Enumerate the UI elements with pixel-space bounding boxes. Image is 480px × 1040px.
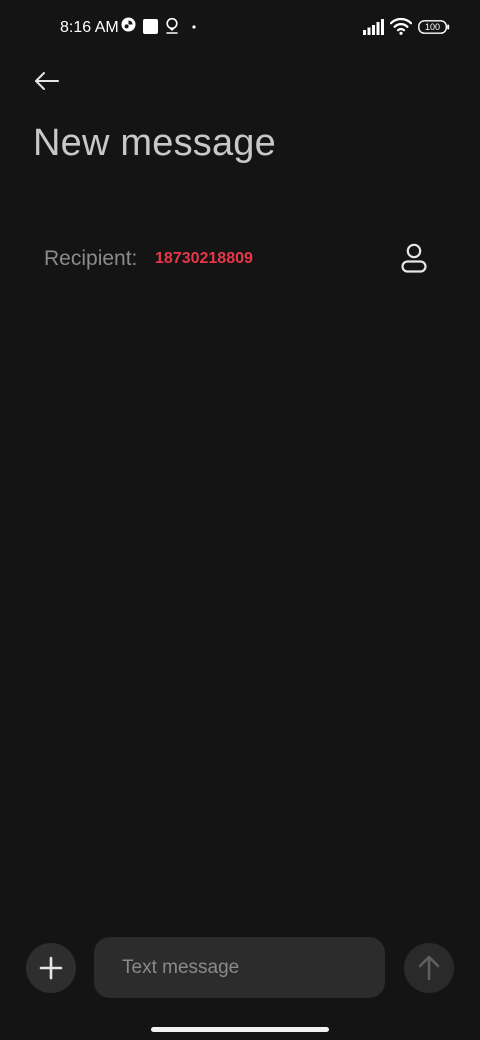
plus-icon [26,943,76,993]
wifi-icon [390,17,412,35]
recipient-label: Recipient: [44,247,138,270]
back-button[interactable] [28,62,66,100]
recipient-row: Recipient: 18730218809 [44,240,444,280]
person-icon [398,242,430,276]
arrow-up-icon [404,943,454,993]
dot-icon [192,25,196,29]
signal-icon [363,19,385,35]
page-title: New message [33,122,276,164]
recipient-number[interactable]: 18730218809 [155,250,253,268]
home-indicator[interactable] [151,1027,329,1032]
attach-button[interactable] [26,943,76,993]
battery-icon: 100 [418,20,450,34]
arrow-left-icon [28,62,66,100]
send-button[interactable] [404,943,454,993]
contact-picker-button[interactable] [398,242,430,276]
battery-level: 100 [424,22,441,32]
status-time: 8:16 AM [60,19,119,36]
status-bar: 8:16 AM 100 [0,0,480,56]
photos-app-icon [121,17,136,32]
square-notification-icon [143,19,158,34]
message-input[interactable] [94,937,385,998]
message-input-container[interactable] [94,937,385,998]
location-pin-icon [165,17,179,35]
